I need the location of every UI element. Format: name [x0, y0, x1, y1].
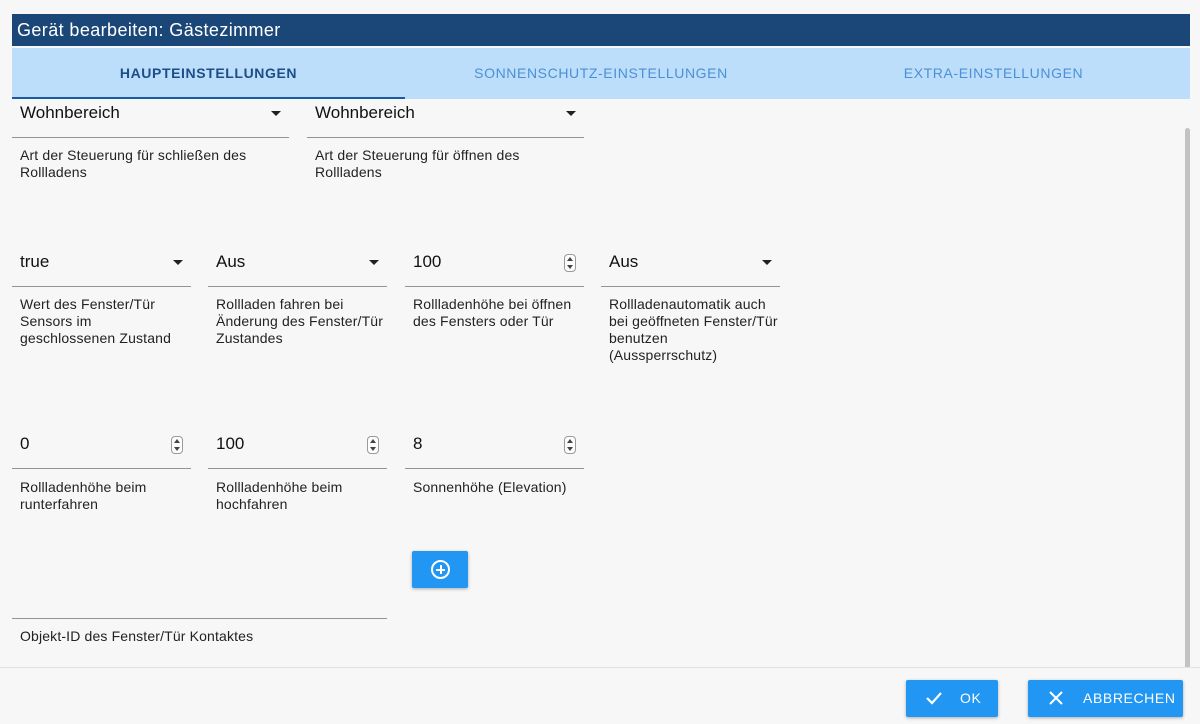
dialog-footer [0, 667, 1200, 724]
lockout-protection-label: Rollladenautomatik auch bei geöffneten F… [609, 296, 778, 363]
open-control-select[interactable]: Wohnbereich [307, 100, 584, 138]
tab-label: SONNENSCHUTZ-EINSTELLUNGEN [474, 65, 728, 81]
open-control-label: Art der Steuerung für öffnen des Rolllad… [315, 147, 520, 180]
move-on-window-change-select[interactable]: Aus [208, 249, 387, 287]
tab-label: EXTRA-EINSTELLUNGEN [903, 65, 1084, 81]
elevation-input[interactable]: 8 [405, 431, 584, 469]
height-up-input[interactable]: 100 [208, 431, 387, 469]
spinner-arrows-icon[interactable] [171, 436, 183, 454]
number-value: 8 [413, 434, 423, 453]
tab-haupteinstellungen[interactable]: HAUPTEINSTELLUNGEN [12, 48, 405, 99]
tab-extra-einstellungen[interactable]: EXTRA-EINSTELLUNGEN [797, 48, 1190, 99]
select-value: Wohnbereich [315, 103, 415, 122]
scrollbar-thumb[interactable] [1185, 128, 1190, 683]
height-up-label: Rollladenhöhe beim hochfahren [216, 479, 343, 512]
elevation-label: Sonnenhöhe (Elevation) [413, 479, 567, 495]
select-value: true [20, 252, 50, 271]
select-value: Aus [216, 252, 246, 271]
move-on-window-change-label: Rollladen fahren bei Änderung des Fenste… [216, 296, 384, 346]
window-contact-id-input[interactable] [12, 581, 387, 619]
caret-down-icon [762, 260, 772, 265]
window-contact-id-label: Objekt-ID des Fenster/Tür Kontaktes [20, 628, 254, 644]
check-icon [926, 692, 942, 705]
active-tab-indicator [12, 97, 405, 99]
tab-sonnenschutz-einstellungen[interactable]: SONNENSCHUTZ-EINSTELLUNGEN [405, 48, 797, 99]
add-window-contact-button[interactable] [412, 551, 468, 588]
spinner-arrows-icon[interactable] [564, 436, 576, 454]
height-window-open-label: Rollladenhöhe bei öffnen des Fensters od… [413, 296, 572, 329]
spinner-arrows-icon[interactable] [367, 436, 379, 454]
caret-down-icon [271, 111, 281, 116]
select-value: Aus [609, 252, 639, 271]
number-value: 100 [413, 252, 442, 271]
height-down-label: Rollladenhöhe beim runterfahren [20, 479, 147, 512]
tab-label: HAUPTEINSTELLUNGEN [119, 65, 298, 81]
cancel-button[interactable]: ABBRECHEN [1028, 680, 1183, 717]
ok-label: OK [960, 690, 982, 706]
lockout-protection-select[interactable]: Aus [601, 249, 780, 287]
close-control-label: Art der Steuerung für schließen des Roll… [20, 147, 247, 180]
number-value: 100 [216, 434, 245, 453]
height-down-input[interactable]: 0 [12, 431, 191, 469]
window-sensor-value-label: Wert des Fenster/Tür Sensors im geschlos… [20, 296, 172, 346]
caret-down-icon [566, 111, 576, 116]
window-sensor-value-select[interactable]: true [12, 249, 191, 287]
spinner-arrows-icon[interactable] [564, 254, 576, 272]
close-icon [1049, 691, 1063, 705]
height-window-open-input[interactable]: 100 [405, 249, 584, 287]
caret-down-icon [173, 260, 183, 265]
plus-circle-icon [431, 560, 450, 579]
dialog-title: Gerät bearbeiten: Gästezimmer [12, 14, 1190, 46]
close-control-select[interactable]: Wohnbereich [12, 100, 289, 138]
ok-button[interactable]: OK [906, 680, 998, 717]
cancel-label: ABBRECHEN [1083, 690, 1176, 706]
number-value: 0 [20, 434, 30, 453]
select-value: Wohnbereich [20, 103, 120, 122]
tab-bar: HAUPTEINSTELLUNGEN SONNENSCHUTZ-EINSTELL… [12, 48, 1190, 99]
caret-down-icon [369, 260, 379, 265]
